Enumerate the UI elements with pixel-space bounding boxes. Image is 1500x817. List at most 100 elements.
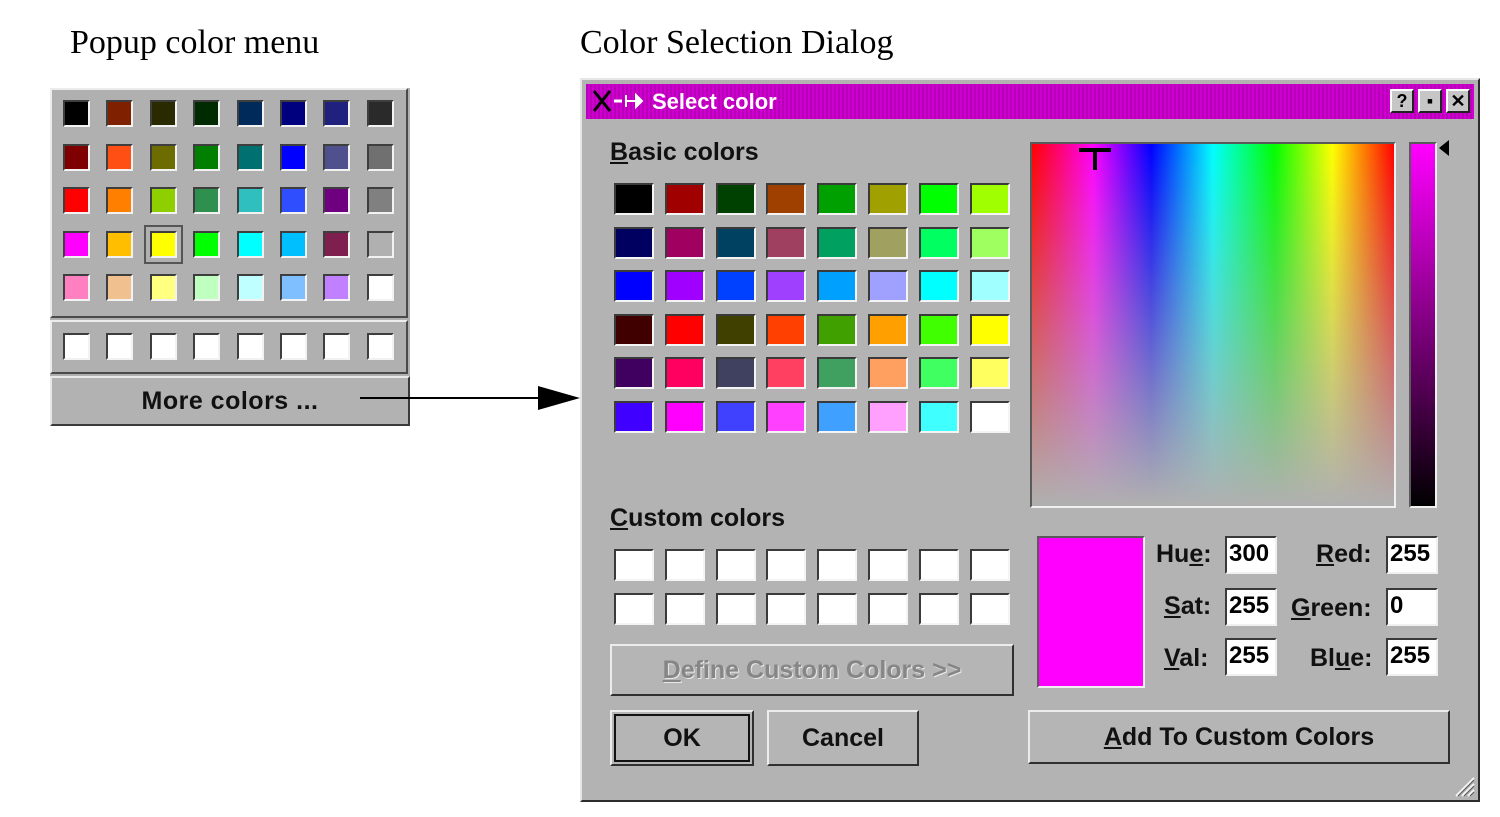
basic-color-swatch[interactable] xyxy=(766,226,807,259)
basic-color-swatch[interactable] xyxy=(715,226,756,259)
basic-color-swatch[interactable] xyxy=(664,401,705,433)
basic-color-swatch[interactable] xyxy=(817,313,858,346)
maximize-button[interactable]: ▪ xyxy=(1418,89,1442,113)
popup-swatch[interactable] xyxy=(280,100,307,127)
popup-custom-swatch[interactable] xyxy=(193,333,221,360)
popup-swatch[interactable] xyxy=(280,274,307,301)
popup-swatch[interactable] xyxy=(106,230,134,258)
basic-color-swatch[interactable] xyxy=(817,401,858,433)
custom-color-swatch[interactable] xyxy=(766,593,807,625)
basic-color-swatch[interactable] xyxy=(817,270,858,303)
popup-custom-swatch[interactable] xyxy=(106,333,134,360)
popup-swatch[interactable] xyxy=(63,274,90,301)
basic-color-swatch[interactable] xyxy=(969,357,1010,390)
popup-swatch[interactable] xyxy=(63,187,90,214)
popup-swatch[interactable] xyxy=(63,230,90,258)
popup-swatch[interactable] xyxy=(63,143,90,171)
popup-swatch[interactable] xyxy=(149,274,177,301)
basic-color-swatch[interactable] xyxy=(969,226,1010,259)
custom-color-swatch[interactable] xyxy=(664,549,705,581)
hue-saturation-spectrum[interactable] xyxy=(1030,142,1396,508)
popup-swatch[interactable] xyxy=(366,230,394,258)
popup-swatch[interactable] xyxy=(366,187,394,214)
basic-color-swatch[interactable] xyxy=(969,183,1010,215)
popup-swatch[interactable] xyxy=(236,187,264,214)
popup-custom-swatch[interactable] xyxy=(280,333,307,360)
basic-color-swatch[interactable] xyxy=(715,270,756,303)
popup-custom-swatch[interactable] xyxy=(366,333,394,360)
basic-color-swatch[interactable] xyxy=(614,357,654,390)
basic-color-swatch[interactable] xyxy=(664,226,705,259)
value-pointer-icon[interactable] xyxy=(1437,138,1451,158)
basic-color-swatch[interactable] xyxy=(868,183,908,215)
popup-swatch[interactable] xyxy=(236,143,264,171)
popup-swatch[interactable] xyxy=(106,143,134,171)
custom-color-swatch[interactable] xyxy=(918,593,959,625)
green-field[interactable]: 0 xyxy=(1386,588,1438,626)
basic-color-swatch[interactable] xyxy=(868,401,908,433)
basic-color-swatch[interactable] xyxy=(969,313,1010,346)
popup-swatch[interactable] xyxy=(149,143,177,171)
custom-color-swatch[interactable] xyxy=(614,593,654,625)
popup-custom-swatch[interactable] xyxy=(236,333,264,360)
window-menu-icon[interactable] xyxy=(592,89,648,113)
custom-color-swatch[interactable] xyxy=(614,549,654,581)
popup-swatch[interactable] xyxy=(323,230,351,258)
basic-color-swatch[interactable] xyxy=(614,226,654,259)
hue-field[interactable]: 300 xyxy=(1225,536,1277,574)
basic-color-swatch[interactable] xyxy=(766,313,807,346)
popup-swatch[interactable] xyxy=(63,100,90,127)
basic-color-swatch[interactable] xyxy=(614,183,654,215)
popup-swatch[interactable] xyxy=(280,187,307,214)
popup-swatch[interactable] xyxy=(193,100,221,127)
popup-swatch[interactable] xyxy=(323,143,351,171)
popup-swatch[interactable] xyxy=(323,274,351,301)
basic-color-swatch[interactable] xyxy=(969,401,1010,433)
popup-swatch[interactable] xyxy=(366,274,394,301)
popup-swatch[interactable] xyxy=(236,230,264,258)
basic-color-swatch[interactable] xyxy=(614,313,654,346)
popup-swatch[interactable] xyxy=(149,187,177,214)
popup-swatch[interactable] xyxy=(193,143,221,171)
basic-color-swatch[interactable] xyxy=(614,401,654,433)
basic-color-swatch[interactable] xyxy=(817,226,858,259)
basic-color-swatch[interactable] xyxy=(868,226,908,259)
popup-swatch[interactable] xyxy=(149,100,177,127)
help-button[interactable]: ? xyxy=(1390,89,1414,113)
basic-color-swatch[interactable] xyxy=(715,401,756,433)
custom-color-swatch[interactable] xyxy=(664,593,705,625)
basic-color-swatch[interactable] xyxy=(715,183,756,215)
basic-color-swatch[interactable] xyxy=(918,313,959,346)
resize-grip-icon[interactable] xyxy=(1450,772,1476,798)
custom-color-swatch[interactable] xyxy=(969,593,1010,625)
popup-custom-swatch[interactable] xyxy=(323,333,351,360)
popup-swatch[interactable] xyxy=(106,100,134,127)
basic-color-swatch[interactable] xyxy=(766,357,807,390)
basic-color-swatch[interactable] xyxy=(715,313,756,346)
close-button[interactable]: ✕ xyxy=(1446,89,1470,113)
value-slider[interactable] xyxy=(1409,142,1437,508)
basic-color-swatch[interactable] xyxy=(918,270,959,303)
popup-swatch[interactable] xyxy=(106,274,134,301)
custom-color-swatch[interactable] xyxy=(969,549,1010,581)
sat-field[interactable]: 255 xyxy=(1225,588,1277,626)
basic-color-swatch[interactable] xyxy=(664,270,705,303)
define-custom-colors-button[interactable]: Define Custom Colors >> xyxy=(610,644,1014,696)
title-bar[interactable]: Select color ? ▪ ✕ xyxy=(586,84,1474,119)
popup-custom-swatch[interactable] xyxy=(63,333,90,360)
add-to-custom-colors-button[interactable]: Add To Custom Colors xyxy=(1028,710,1450,764)
basic-color-swatch[interactable] xyxy=(918,401,959,433)
custom-color-swatch[interactable] xyxy=(918,549,959,581)
basic-color-swatch[interactable] xyxy=(918,226,959,259)
custom-color-swatch[interactable] xyxy=(766,549,807,581)
popup-swatch[interactable] xyxy=(106,187,134,214)
popup-swatch[interactable] xyxy=(236,274,264,301)
custom-color-swatch[interactable] xyxy=(715,549,756,581)
blue-field[interactable]: 255 xyxy=(1386,638,1438,676)
basic-color-swatch[interactable] xyxy=(868,357,908,390)
basic-color-swatch[interactable] xyxy=(868,313,908,346)
popup-swatch[interactable] xyxy=(193,230,221,258)
popup-swatch[interactable] xyxy=(193,274,221,301)
custom-color-swatch[interactable] xyxy=(817,593,858,625)
basic-color-swatch[interactable] xyxy=(817,183,858,215)
